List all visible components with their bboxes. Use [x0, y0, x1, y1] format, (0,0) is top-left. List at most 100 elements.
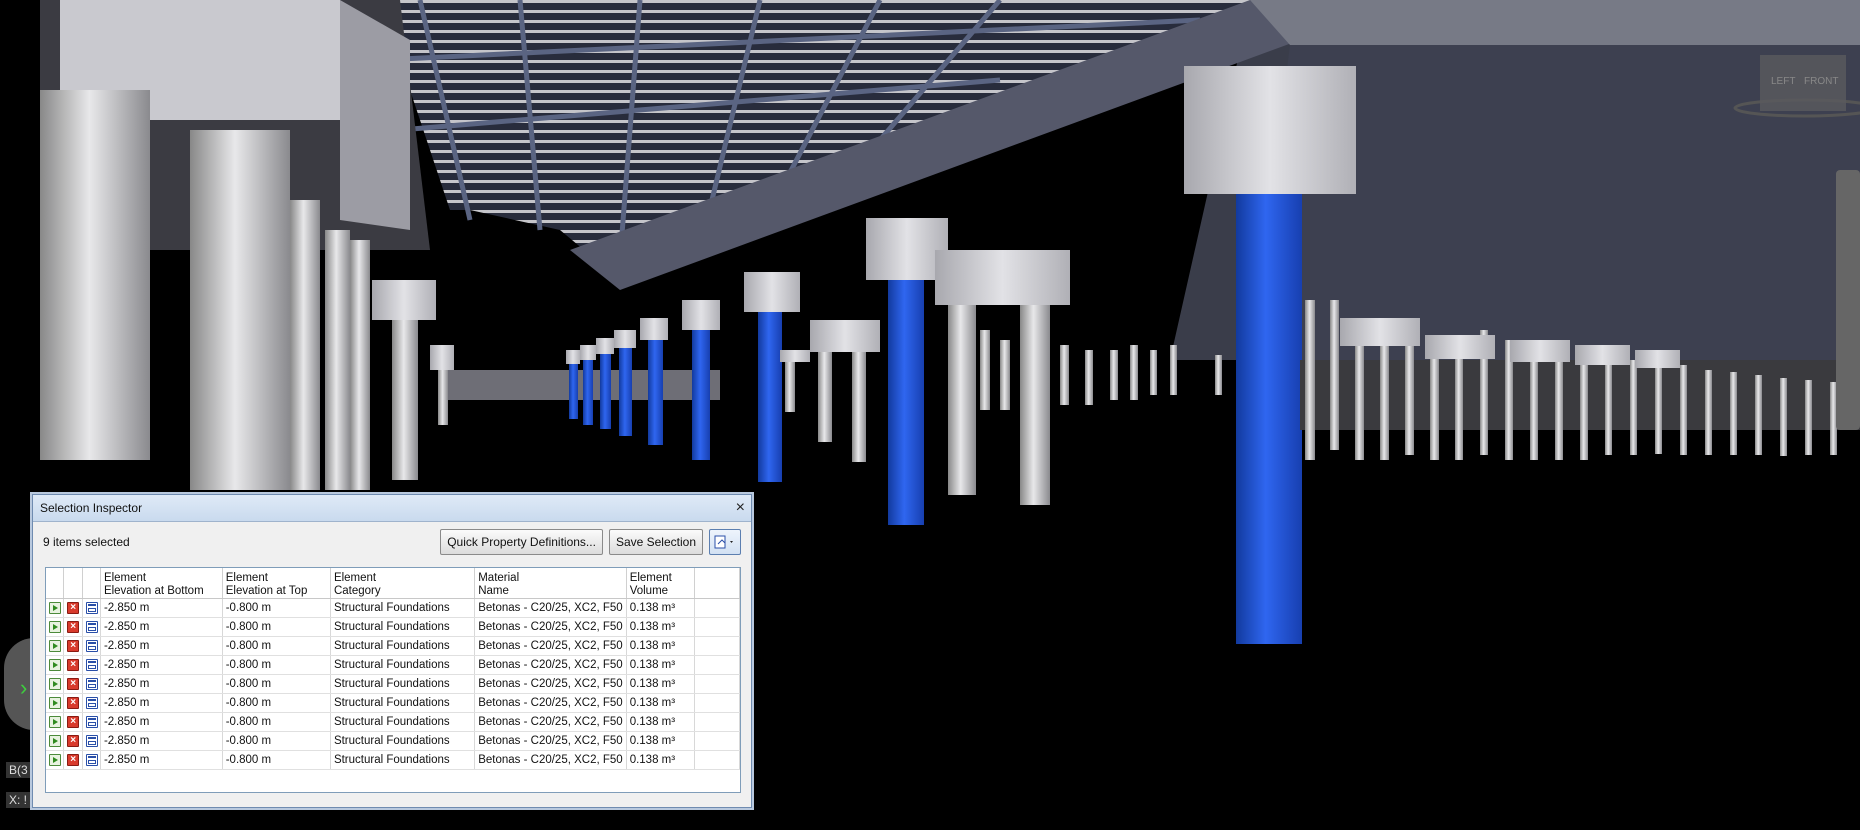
selection-table: Element Elevation at Bottom Element Elevat…	[46, 568, 740, 770]
table-cell: -0.800 m	[222, 636, 331, 656]
table-cell-empty	[694, 693, 740, 713]
table-cell: -2.850 m	[100, 750, 223, 770]
table-cell: -0.800 m	[222, 693, 331, 713]
remove-icon[interactable]: ×	[67, 658, 80, 671]
table-cell: -2.850 m	[100, 617, 223, 637]
table-cell: -2.850 m	[100, 598, 223, 618]
show-icon[interactable]	[48, 601, 61, 614]
table-cell: Betonas - C20/25, XC2, F50	[474, 712, 627, 732]
zoom-to-icon[interactable]	[85, 734, 98, 747]
zoom-to-icon[interactable]	[85, 696, 98, 709]
column-header[interactable]: Element Elevation at Bottom	[100, 568, 223, 599]
table-cell: Betonas - C20/25, XC2, F50	[474, 750, 627, 770]
table-cell: -0.800 m	[222, 750, 331, 770]
table-cell: -2.850 m	[100, 674, 223, 694]
column-header[interactable]: Element Category	[330, 568, 476, 599]
selection-count: 9 items selected	[43, 535, 130, 549]
table-cell: Structural Foundations	[330, 655, 476, 675]
table-cell: 0.138 m³	[626, 655, 696, 675]
table-cell: -0.800 m	[222, 674, 331, 694]
zoom-to-icon[interactable]	[85, 639, 98, 652]
table-cell: -0.800 m	[222, 598, 331, 618]
remove-icon[interactable]: ×	[67, 677, 80, 690]
column-header[interactable]: Element Elevation at Top	[222, 568, 331, 599]
table-cell: 0.138 m³	[626, 750, 696, 770]
table-cell: 0.138 m³	[626, 712, 696, 732]
table-cell: Structural Foundations	[330, 731, 476, 751]
panel-toolbar: 9 items selected Quick Property Definiti…	[33, 522, 751, 562]
table-cell: -2.850 m	[100, 655, 223, 675]
table-row[interactable]: × -2.850 m -0.800 m Structural Foundations B…	[46, 598, 740, 618]
table-row[interactable]: × -2.850 m -0.800 m Structural Foundations B…	[46, 731, 740, 751]
show-icon[interactable]	[48, 715, 61, 728]
selection-inspector-panel: Selection Inspector × 9 items selected Q…	[32, 494, 752, 808]
selection-options-icon[interactable]	[709, 529, 741, 555]
column-header[interactable]: Element Volume	[626, 568, 696, 599]
table-cell-empty	[694, 731, 740, 751]
show-icon[interactable]	[48, 639, 61, 652]
table-cell-empty	[694, 750, 740, 770]
navigation-wheel-tab[interactable]	[4, 638, 34, 730]
show-icon[interactable]	[48, 734, 61, 747]
zoom-to-icon[interactable]	[85, 753, 98, 766]
coordinate-label: X: !	[6, 792, 31, 808]
selection-grid: Element Elevation at Bottom Element Elevat…	[45, 567, 741, 793]
table-cell-empty	[694, 712, 740, 732]
table-cell-empty	[694, 617, 740, 637]
table-cell: 0.138 m³	[626, 636, 696, 656]
table-row[interactable]: × -2.850 m -0.800 m Structural Foundations B…	[46, 617, 740, 637]
chevron-right-icon[interactable]: ›	[20, 675, 27, 701]
table-cell: Structural Foundations	[330, 693, 476, 713]
save-selection-button[interactable]: Save Selection	[608, 529, 703, 555]
table-cell: -0.800 m	[222, 617, 331, 637]
remove-icon[interactable]: ×	[67, 620, 80, 633]
table-cell: -0.800 m	[222, 655, 331, 675]
remove-icon[interactable]: ×	[67, 639, 80, 652]
table-cell: 0.138 m³	[626, 731, 696, 751]
table-cell: Structural Foundations	[330, 750, 476, 770]
svg-text:LEFT: LEFT	[1771, 76, 1795, 87]
table-cell-empty	[694, 655, 740, 675]
remove-icon[interactable]: ×	[67, 601, 80, 614]
table-row[interactable]: × -2.850 m -0.800 m Structural Foundations B…	[46, 750, 740, 770]
close-icon[interactable]: ×	[736, 500, 745, 516]
table-cell-empty	[694, 636, 740, 656]
remove-icon[interactable]: ×	[67, 753, 80, 766]
table-row[interactable]: × -2.850 m -0.800 m Structural Foundations B…	[46, 712, 740, 732]
table-cell-empty	[694, 674, 740, 694]
zoom-to-icon[interactable]	[85, 658, 98, 671]
table-row[interactable]: × -2.850 m -0.800 m Structural Foundations B…	[46, 636, 740, 656]
table-cell-empty	[694, 598, 740, 618]
table-cell: 0.138 m³	[626, 598, 696, 618]
table-cell: -0.800 m	[222, 731, 331, 751]
zoom-to-icon[interactable]	[85, 620, 98, 633]
show-icon[interactable]	[48, 677, 61, 690]
table-cell: -2.850 m	[100, 731, 223, 751]
panel-title: Selection Inspector	[40, 501, 143, 515]
remove-icon[interactable]: ×	[67, 715, 80, 728]
table-cell: Betonas - C20/25, XC2, F50	[474, 598, 627, 618]
column-header[interactable]: Material Name	[474, 568, 627, 599]
table-cell: 0.138 m³	[626, 693, 696, 713]
panel-titlebar[interactable]: Selection Inspector ×	[33, 495, 751, 522]
quick-property-definitions-button[interactable]: Quick Property Definitions...	[440, 529, 603, 555]
zoom-to-icon[interactable]	[85, 601, 98, 614]
table-row[interactable]: × -2.850 m -0.800 m Structural Foundations B…	[46, 655, 740, 675]
table-cell: -2.850 m	[100, 693, 223, 713]
show-icon[interactable]	[48, 696, 61, 709]
table-row[interactable]: × -2.850 m -0.800 m Structural Foundations B…	[46, 674, 740, 694]
remove-icon[interactable]: ×	[67, 696, 80, 709]
table-cell: 0.138 m³	[626, 617, 696, 637]
zoom-to-icon[interactable]	[85, 677, 98, 690]
remove-icon[interactable]: ×	[67, 734, 80, 747]
table-cell: -2.850 m	[100, 636, 223, 656]
zoom-to-icon[interactable]	[85, 715, 98, 728]
show-icon[interactable]	[48, 753, 61, 766]
show-icon[interactable]	[48, 620, 61, 633]
table-row[interactable]: × -2.850 m -0.800 m Structural Foundations B…	[46, 693, 740, 713]
svg-text:FRONT: FRONT	[1804, 76, 1838, 87]
show-icon[interactable]	[48, 658, 61, 671]
table-cell: -0.800 m	[222, 712, 331, 732]
table-cell: Structural Foundations	[330, 636, 476, 656]
table-cell: Structural Foundations	[330, 617, 476, 637]
